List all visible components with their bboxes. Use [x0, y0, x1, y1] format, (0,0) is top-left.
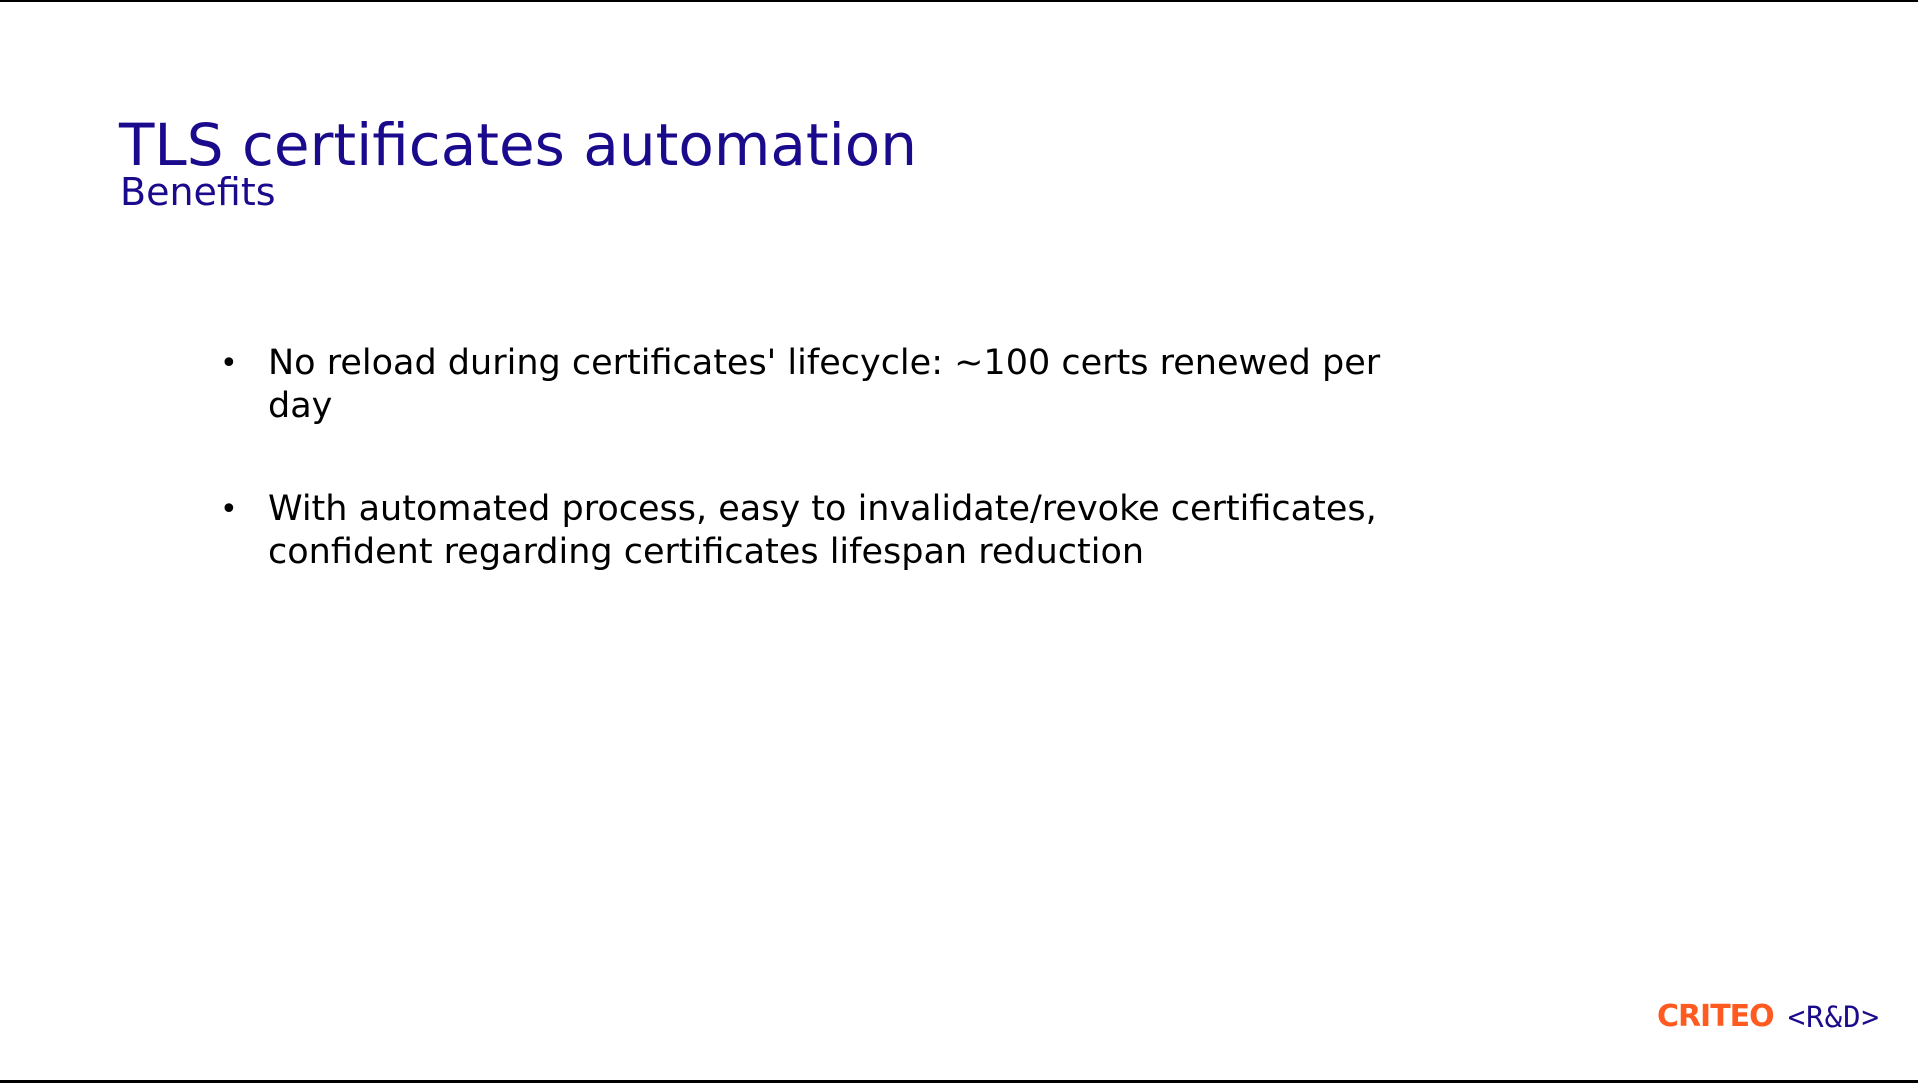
bullet-icon: • — [220, 492, 238, 527]
bullet-text: No reload during certificates' lifecycle… — [268, 343, 1381, 426]
bullet-item: • No reload during certificates' lifecyc… — [218, 342, 1448, 428]
bullet-list: • No reload during certificates' lifecyc… — [218, 342, 1448, 634]
bullet-icon: • — [220, 346, 238, 381]
slide-subtitle: Benefits — [120, 170, 276, 214]
criteo-rd-logo: CRITEO <R&D> — [1657, 999, 1880, 1034]
bullet-item: • With automated process, easy to invali… — [218, 488, 1448, 574]
slide: TLS certificates automation Benefits • N… — [0, 0, 1918, 1083]
slide-title: TLS certificates automation — [119, 111, 917, 179]
logo-rd-label: <R&D> — [1787, 999, 1880, 1034]
bullet-text: With automated process, easy to invalida… — [268, 489, 1377, 572]
logo-brand: CRITEO — [1656, 999, 1775, 1034]
